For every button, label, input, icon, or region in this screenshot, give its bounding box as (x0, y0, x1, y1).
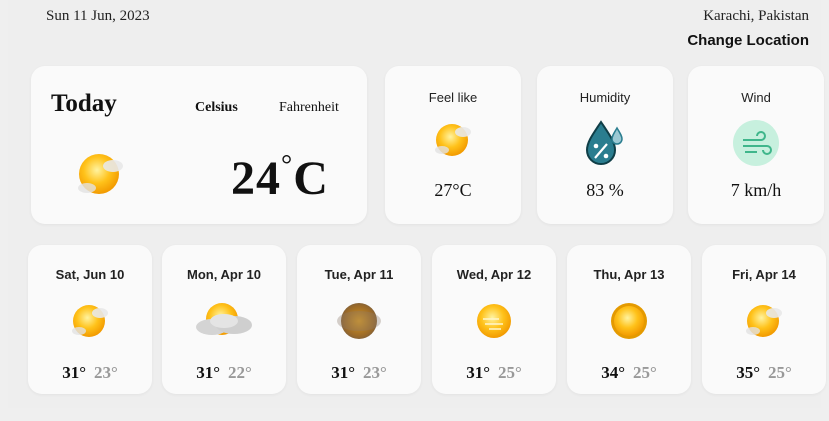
humidity-value: 83 % (586, 180, 624, 200)
celsius-toggle[interactable]: Celsius (195, 100, 238, 116)
sun-icon (567, 299, 691, 343)
forecast-low: 22° (228, 363, 252, 382)
humidity-drop-icon (537, 118, 673, 168)
weather-page: Sun 11 Jun, 2023 Karachi, Pakistan Chang… (8, 0, 826, 408)
feel-like-label: Feel like (428, 90, 478, 105)
forecast-high: 35° (736, 363, 760, 382)
forecast-temps: 35° 25° (702, 363, 826, 383)
forecast-day-card[interactable]: Tue, Apr 11 31° 23° (297, 245, 421, 394)
forecast-day-card[interactable]: Fri, Apr 14 35° 25° (702, 245, 826, 394)
fahrenheit-toggle[interactable]: Fahrenheit (279, 100, 339, 116)
forecast-temps: 34° 25° (567, 363, 691, 383)
sun-cloud-icon (28, 299, 152, 341)
sun-wind-icon (432, 299, 556, 343)
wind-icon (688, 118, 824, 168)
forecast-low: 23° (363, 363, 387, 382)
change-location-button[interactable]: Change Location (687, 32, 809, 49)
forecast-high: 31° (466, 363, 490, 382)
sun-cloud-icon (702, 299, 826, 341)
forecast-low: 23° (94, 363, 118, 382)
forecast-day-name: Mon, Apr 10 (187, 267, 261, 282)
wind-value: 7 km/h (730, 180, 782, 200)
current-date: Sun 11 Jun, 2023 (46, 8, 150, 24)
forecast-high: 31° (62, 363, 86, 382)
humidity-card: Humidity 83 % (537, 66, 673, 224)
forecast-temps: 31° 23° (28, 363, 152, 383)
forecast-day-card[interactable]: Mon, Apr 10 31° 22° (162, 245, 286, 394)
forecast-day-name: Wed, Apr 12 (456, 267, 532, 282)
forecast-day-card[interactable]: Sat, Jun 10 31° 23° (28, 245, 152, 394)
forecast-low: 25° (498, 363, 522, 382)
location-name: Karachi, Pakistan (703, 8, 809, 24)
forecast-day-card[interactable]: Thu, Apr 13 34° 25° (567, 245, 691, 394)
wind-label: Wind (741, 90, 771, 105)
forecast-low: 25° (633, 363, 657, 382)
feel-like-card: Feel like 27°C (385, 66, 521, 224)
forecast-temps: 31° 23° (297, 363, 421, 383)
today-temperature: 24°C (231, 150, 329, 205)
hazy-sun-icon (297, 299, 421, 343)
forecast-low: 25° (768, 363, 792, 382)
forecast-temps: 31° 22° (162, 363, 286, 383)
forecast-day-name: Fri, Apr 14 (732, 267, 796, 282)
forecast-day-card[interactable]: Wed, Apr 12 31° 25° (432, 245, 556, 394)
wind-card: Wind 7 km/h (688, 66, 824, 224)
forecast-temps: 31° 25° (432, 363, 556, 383)
forecast-day-name: Thu, Apr 13 (593, 267, 665, 282)
forecast-high: 31° (196, 363, 220, 382)
forecast-day-name: Tue, Apr 11 (324, 267, 394, 282)
cloudy-sun-icon (162, 299, 286, 343)
sun-cloud-icon (385, 118, 521, 160)
humidity-label: Humidity (579, 90, 631, 105)
forecast-high: 31° (331, 363, 355, 382)
forecast-day-name: Sat, Jun 10 (55, 267, 125, 282)
feel-like-value: 27°C (434, 180, 472, 200)
today-card: Today Celsius Fahrenheit 24°C (31, 66, 367, 224)
sun-cloud-icon (73, 148, 129, 205)
forecast-high: 34° (601, 363, 625, 382)
today-title: Today (51, 90, 117, 117)
